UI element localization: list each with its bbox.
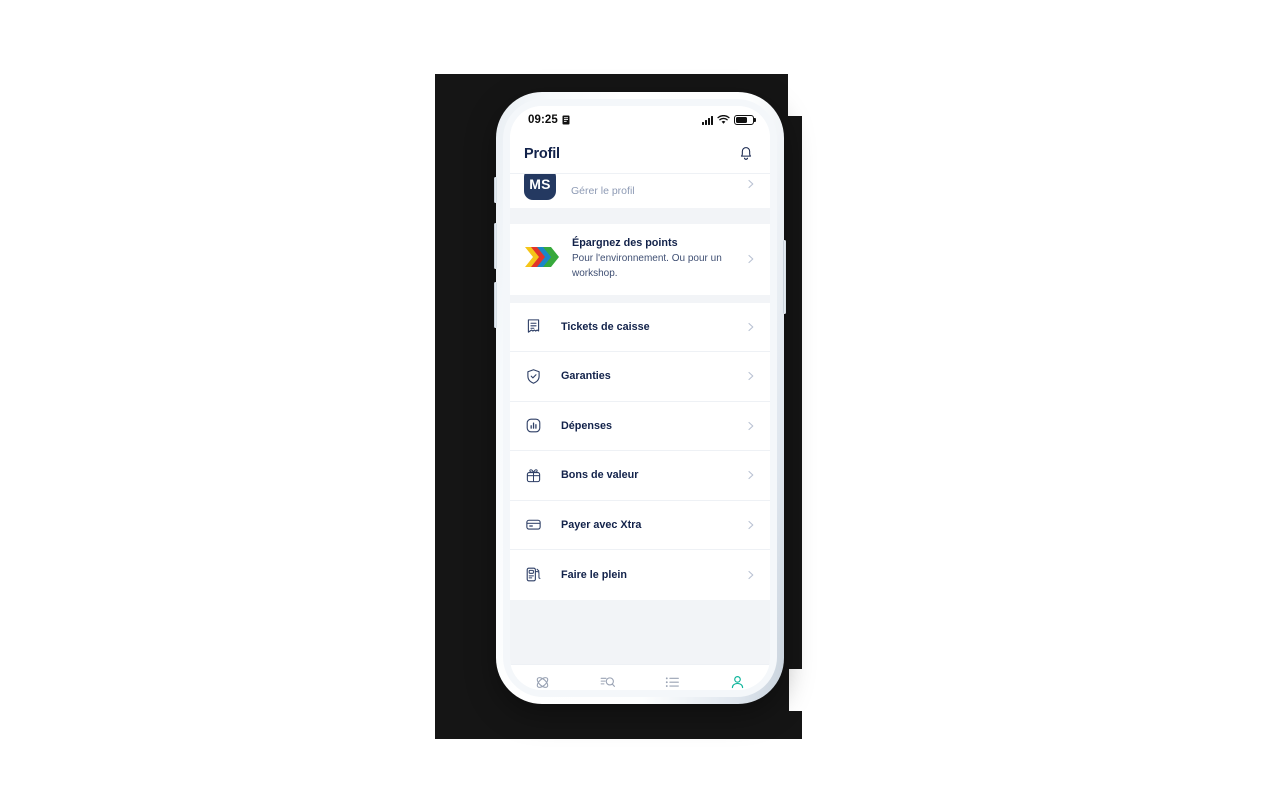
person-icon [731, 675, 744, 688]
section-gap [510, 294, 770, 303]
menu-item-faire-le-plein[interactable]: Faire le plein [510, 550, 770, 600]
document-icon [562, 115, 570, 125]
scroll-content[interactable]: MS Gérer le profil Épargnez des points P… [510, 174, 770, 664]
home-atom-icon [536, 676, 549, 688]
chevron-right-icon [748, 520, 754, 529]
corner-artifact-bottom-right [789, 669, 802, 711]
phone-device: 09:25 Profil MS Gérer le profil Épargnez… [494, 92, 786, 704]
menu-item-payer-avec-xtra[interactable]: Payer avec Xtra [510, 500, 770, 551]
bell-icon[interactable] [738, 145, 754, 162]
bottom-tab-bar: Accueil Shopping Listes [510, 664, 770, 690]
promo-subtitle: Pour l'environnement. Ou pour un worksho… [572, 253, 722, 279]
menu-item-label: Faire le plein [561, 568, 628, 581]
menu-item-label: Garanties [561, 370, 611, 383]
bar-chart-icon [524, 417, 542, 435]
list-icon [665, 676, 679, 687]
promo-row[interactable]: Épargnez des points Pour l'environnement… [510, 224, 770, 295]
manage-profile-label: Gérer le profil [571, 185, 635, 197]
app-header: Profil [510, 134, 770, 174]
page-title: Profil [524, 145, 560, 162]
gift-icon [524, 466, 542, 484]
avatar[interactable]: MS [524, 174, 556, 200]
section-gap [510, 208, 770, 224]
menu-item-label: Tickets de caisse [561, 320, 650, 333]
tab-listes[interactable]: Listes [640, 674, 705, 691]
menu-item-label: Dépenses [561, 419, 613, 432]
silent-switch-button[interactable] [494, 177, 497, 203]
power-button[interactable] [783, 240, 786, 314]
tab-shopping[interactable]: Shopping [575, 674, 640, 691]
promo-text: Épargnez des points Pour l'environnement… [560, 237, 746, 282]
menu-item-label: Payer avec Xtra [561, 518, 642, 531]
battery-icon [734, 115, 754, 125]
section-gap [510, 599, 770, 608]
status-bar-left: 09:25 [528, 114, 570, 126]
chevron-right-icon [748, 179, 754, 189]
chevron-right-icon [748, 255, 754, 264]
chevron-right-icon [748, 471, 754, 480]
menu-item-label: Bons de valeur [561, 469, 639, 482]
status-bar: 09:25 [510, 106, 770, 134]
menu-item-garanties[interactable]: Garanties [510, 352, 770, 402]
menu-item-bons-de-valeur[interactable]: Bons de valeur [510, 451, 770, 501]
credit-card-icon [524, 516, 542, 534]
receipt-icon [524, 318, 542, 336]
chevrons-logo-icon [524, 244, 560, 275]
promo-card[interactable]: Épargnez des points Pour l'environnement… [510, 224, 770, 295]
phone-screen: 09:25 Profil MS Gérer le profil Épargnez… [510, 106, 770, 690]
chevron-right-icon [748, 570, 754, 579]
menu-item-depenses[interactable]: Dépenses [510, 401, 770, 452]
chevron-right-icon [748, 322, 754, 331]
promo-title: Épargnez des points [572, 237, 678, 249]
menu-list: Tickets de caisse Garanties Dépenses Bon… [510, 302, 770, 600]
volume-up-button[interactable] [494, 223, 497, 269]
corner-artifact-top-right [788, 74, 802, 116]
chevron-right-icon [748, 372, 754, 381]
status-bar-right [702, 115, 754, 125]
volume-down-button[interactable] [494, 282, 497, 328]
fuel-pump-icon [524, 566, 542, 584]
wifi-icon [717, 115, 730, 124]
status-time: 09:25 [528, 114, 558, 126]
shield-check-icon [524, 367, 542, 385]
signal-bars-icon [702, 115, 713, 125]
search-list-icon [600, 676, 615, 687]
profile-row[interactable]: MS Gérer le profil [510, 174, 770, 208]
chevron-right-icon [748, 421, 754, 430]
menu-item-tickets-de-caisse[interactable]: Tickets de caisse [510, 302, 770, 353]
